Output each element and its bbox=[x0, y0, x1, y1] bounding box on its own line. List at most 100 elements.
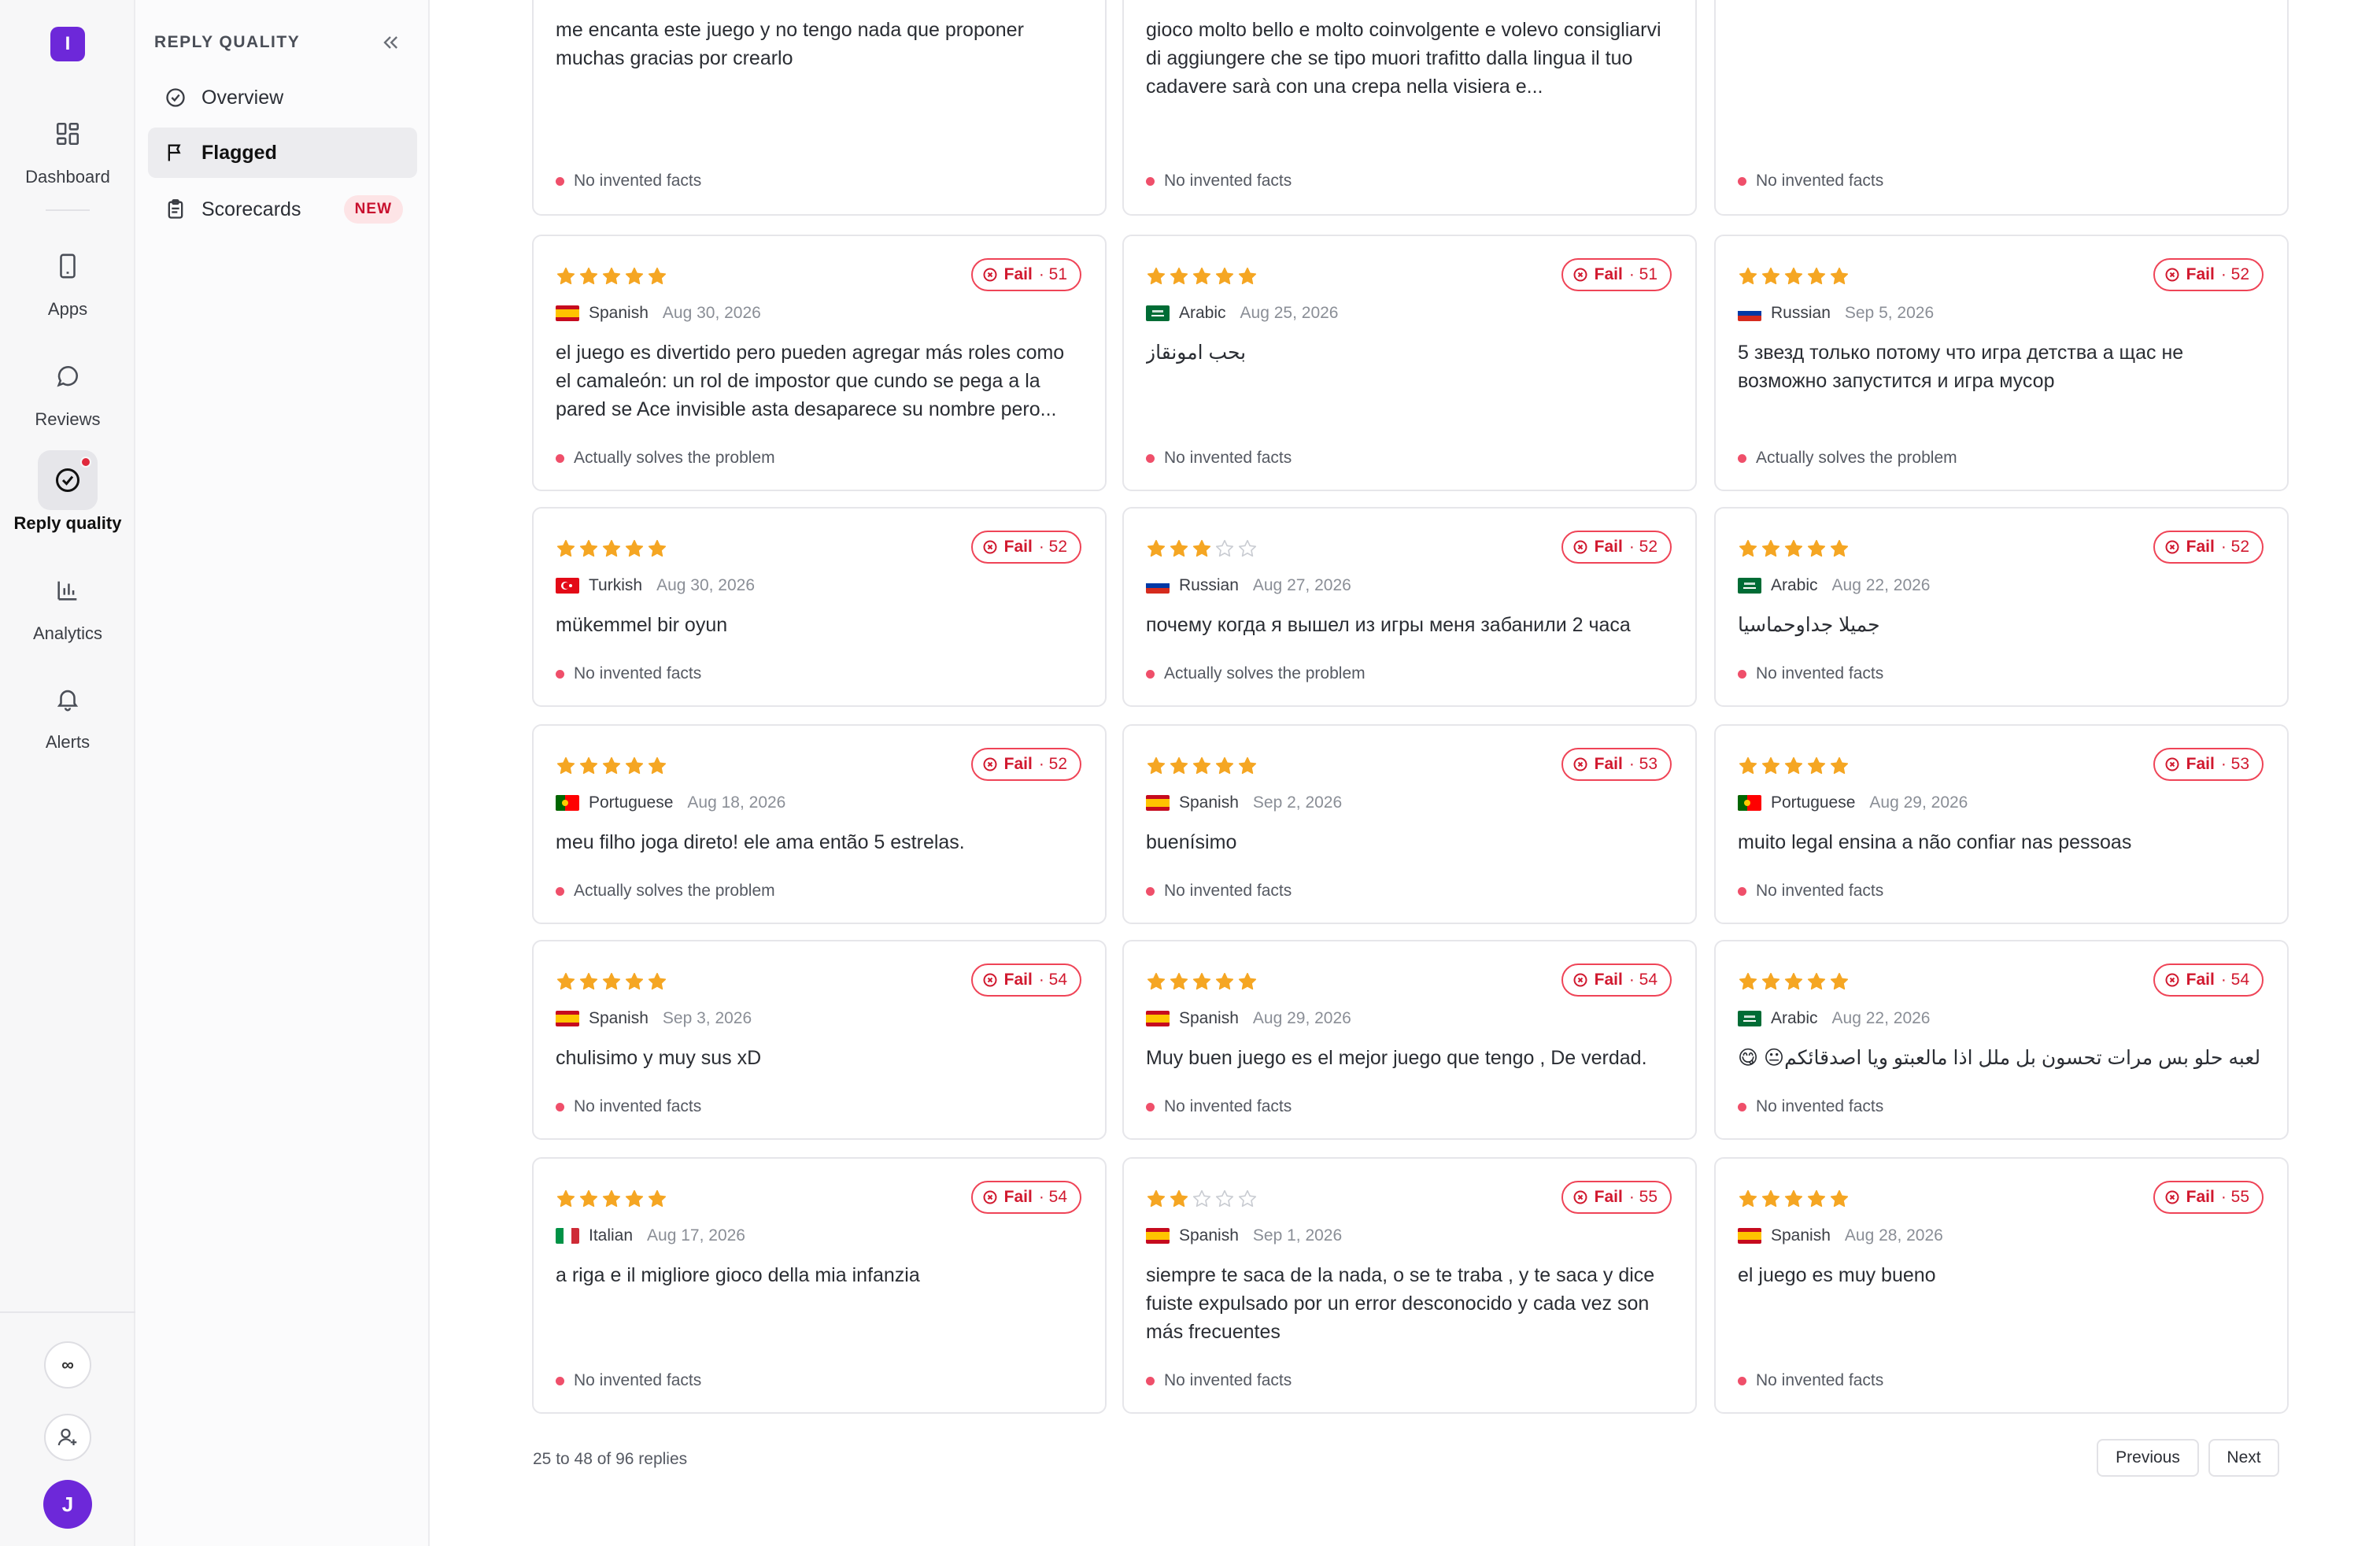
rail-item-reviews[interactable]: Reviews bbox=[0, 346, 135, 430]
fail-score-badge[interactable]: Fail · 55 bbox=[1561, 1181, 1672, 1214]
fail-score-badge[interactable]: Fail · 51 bbox=[1561, 258, 1672, 291]
sidebar-item-scorecards[interactable]: Scorecards NEW bbox=[148, 184, 417, 235]
review-language: Spanish bbox=[589, 304, 649, 322]
review-card[interactable]: Fail · 52 Arabic Aug 22, 2026 جميلا جداو… bbox=[1714, 507, 2289, 707]
rail-item-analytics[interactable]: Analytics bbox=[0, 560, 135, 644]
review-language: Portuguese bbox=[589, 793, 674, 812]
failed-criterion: No invented facts bbox=[1738, 1097, 1883, 1116]
fail-score-badge[interactable]: Fail · 54 bbox=[970, 963, 1081, 997]
review-card[interactable]: Fail · 55 Spanish Sep 1, 2026 siempre te… bbox=[1122, 1157, 1697, 1414]
app-logo[interactable]: I bbox=[50, 27, 85, 61]
review-card[interactable]: Fail · 52 Russian Aug 27, 2026 почему ко… bbox=[1122, 507, 1697, 707]
check-circle-icon bbox=[38, 450, 98, 510]
add-user-button[interactable] bbox=[44, 1414, 91, 1461]
fail-score-badge[interactable]: Fail · 53 bbox=[2153, 748, 2264, 781]
sidebar-item-label: Flagged bbox=[201, 141, 277, 164]
review-language: Arabic bbox=[1771, 1009, 1818, 1027]
review-date: Sep 1, 2026 bbox=[1252, 1226, 1343, 1245]
fail-score-badge[interactable]: Fail · 55 bbox=[2153, 1181, 2264, 1214]
clipboard-icon bbox=[164, 198, 187, 221]
fail-score-badge[interactable]: Fail · 54 bbox=[2153, 963, 2264, 997]
fail-score-badge[interactable]: Fail · 52 bbox=[970, 531, 1081, 564]
review-date: Aug 17, 2026 bbox=[647, 1226, 745, 1245]
review-card[interactable]: Fail · 51 Arabic Aug 25, 2026 بحب امونقا… bbox=[1122, 235, 1697, 491]
infinity-button[interactable]: ∞ bbox=[44, 1341, 91, 1389]
fail-label: Fail bbox=[1003, 538, 1033, 556]
fail-label: Fail bbox=[2186, 265, 2215, 283]
review-card[interactable]: Fail · 50 Italian Aug 27, 2026 gioco mol… bbox=[1122, 0, 1697, 216]
flag-icon-it bbox=[556, 1228, 579, 1244]
sidebar-item-overview[interactable]: Overview bbox=[148, 72, 417, 123]
fail-score-badge[interactable]: Fail · 54 bbox=[970, 1181, 1081, 1214]
flagged-replies-grid: Fail · 50 Spanish Aug 27, 2026 me encant… bbox=[430, 0, 2380, 1546]
review-language: Spanish bbox=[589, 1009, 649, 1027]
rail-item-apps[interactable]: Apps bbox=[0, 236, 135, 320]
review-card[interactable]: Fail · 54 Italian Aug 17, 2026 a riga e … bbox=[532, 1157, 1107, 1414]
review-card[interactable]: Fail · 51 Spanish Sep 1, 2026 No invente… bbox=[1714, 0, 2289, 216]
review-text: siempre te saca de la nada, o se te trab… bbox=[1146, 1264, 1655, 1343]
x-circle-icon bbox=[2165, 757, 2179, 771]
flag-icon-es bbox=[1146, 1011, 1170, 1026]
review-card[interactable]: Fail · 55 Spanish Aug 28, 2026 el juego … bbox=[1714, 1157, 2289, 1414]
x-circle-icon bbox=[983, 268, 997, 282]
review-card[interactable]: Fail · 54 Spanish Aug 29, 2026 Muy buen … bbox=[1122, 940, 1697, 1140]
fail-score-badge[interactable]: Fail · 52 bbox=[1561, 531, 1672, 564]
failed-criterion: No invented facts bbox=[1146, 172, 1292, 190]
flag-icon-ru bbox=[1738, 305, 1761, 321]
review-language: Turkish bbox=[589, 576, 643, 594]
review-date: Sep 2, 2026 bbox=[1252, 793, 1343, 812]
review-card[interactable]: Fail · 52 Portuguese Aug 18, 2026 meu fi… bbox=[532, 724, 1107, 924]
dashboard-icon bbox=[38, 104, 98, 164]
fail-score: · 54 bbox=[1038, 1188, 1067, 1206]
fail-score-badge[interactable]: Fail · 54 bbox=[1561, 963, 1672, 997]
review-meta: Spanish Aug 28, 2026 bbox=[1738, 1226, 1943, 1245]
rail-label: Dashboard bbox=[25, 167, 110, 187]
fail-score-badge[interactable]: Fail · 52 bbox=[2153, 258, 2264, 291]
sidebar-item-flagged[interactable]: Flagged bbox=[148, 128, 417, 178]
fail-score: · 52 bbox=[2220, 265, 2249, 283]
review-text: el juego es muy bueno bbox=[1738, 1264, 1936, 1286]
phone-icon bbox=[38, 236, 98, 296]
x-circle-icon bbox=[983, 757, 997, 771]
fail-label: Fail bbox=[2186, 1188, 2215, 1206]
rail-item-alerts[interactable]: Alerts bbox=[0, 669, 135, 753]
review-card[interactable]: Fail · 54 Arabic Aug 22, 2026 لعبه حلو ب… bbox=[1714, 940, 2289, 1140]
review-meta: Spanish Sep 2, 2026 bbox=[1146, 793, 1342, 812]
collapse-sidebar-button[interactable] bbox=[379, 31, 401, 54]
fail-score-badge[interactable]: Fail · 52 bbox=[2153, 531, 2264, 564]
rail-item-reply-quality[interactable]: Reply quality bbox=[0, 450, 135, 534]
flag-icon-es bbox=[556, 305, 579, 321]
next-page-button[interactable]: Next bbox=[2208, 1439, 2279, 1477]
review-card[interactable]: Fail · 52 Turkish Aug 30, 2026 mükemmel … bbox=[532, 507, 1107, 707]
review-card[interactable]: Fail · 50 Spanish Aug 27, 2026 me encant… bbox=[532, 0, 1107, 216]
flag-icon bbox=[164, 141, 187, 165]
review-meta: Spanish Sep 1, 2026 bbox=[1146, 1226, 1342, 1245]
fail-label: Fail bbox=[1594, 755, 1623, 773]
review-card[interactable]: Fail · 53 Spanish Sep 2, 2026 buenísimo … bbox=[1122, 724, 1697, 924]
rail-label: Analytics bbox=[32, 623, 103, 643]
fail-score-badge[interactable]: Fail · 53 bbox=[1561, 748, 1672, 781]
flag-icon-es bbox=[1146, 1228, 1170, 1244]
review-language: Arabic bbox=[1771, 576, 1818, 594]
fail-score-badge[interactable]: Fail · 52 bbox=[970, 748, 1081, 781]
sidebar-title: REPLY QUALITY bbox=[154, 33, 301, 51]
new-badge: NEW bbox=[343, 195, 403, 224]
rail-item-dashboard[interactable]: Dashboard bbox=[0, 104, 135, 187]
review-language: Spanish bbox=[1179, 793, 1239, 812]
bell-icon bbox=[38, 669, 98, 729]
previous-page-button[interactable]: Previous bbox=[2097, 1439, 2199, 1477]
fail-score-badge[interactable]: Fail · 51 bbox=[970, 258, 1081, 291]
failed-criterion: No invented facts bbox=[1738, 882, 1883, 901]
review-card[interactable]: Fail · 54 Spanish Sep 3, 2026 chulisimo … bbox=[532, 940, 1107, 1140]
user-avatar[interactable]: J bbox=[43, 1480, 92, 1529]
rail-label: Reply quality bbox=[13, 513, 122, 533]
review-card[interactable]: Fail · 51 Spanish Aug 30, 2026 el juego … bbox=[532, 235, 1107, 491]
x-circle-icon bbox=[2165, 540, 2179, 554]
fail-score: · 52 bbox=[1628, 538, 1658, 556]
star-rating bbox=[1146, 756, 1258, 776]
review-card[interactable]: Fail · 52 Russian Sep 5, 2026 5 звезд то… bbox=[1714, 235, 2289, 491]
fail-score: · 52 bbox=[1038, 538, 1067, 556]
review-card[interactable]: Fail · 53 Portuguese Aug 29, 2026 muito … bbox=[1714, 724, 2289, 924]
x-circle-icon bbox=[1573, 268, 1587, 282]
review-date: Aug 30, 2026 bbox=[662, 304, 761, 322]
